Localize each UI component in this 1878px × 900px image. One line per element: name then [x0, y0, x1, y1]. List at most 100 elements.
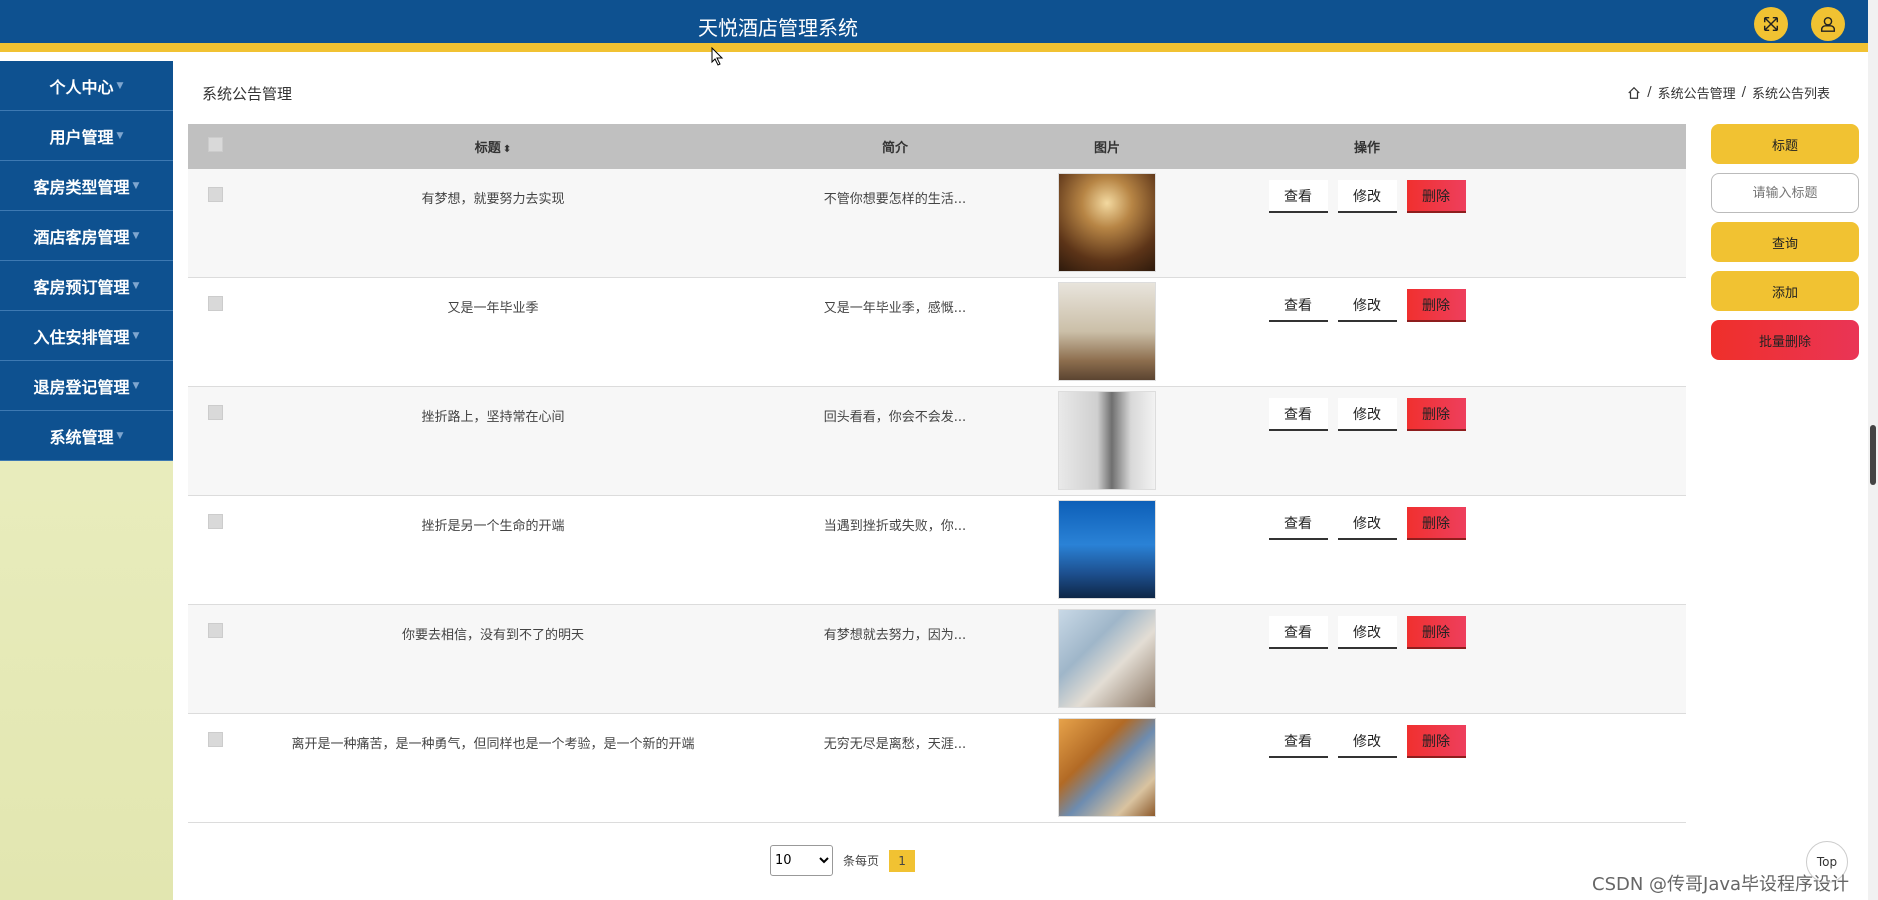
query-button[interactable]: 查询: [1711, 222, 1859, 262]
chevron-down-icon: ▼: [132, 330, 140, 341]
announcement-table: 标题 ⬍ 简介 图片 操作 有梦想，就要努力去实现 不管你想要怎样的生活... 查…: [188, 124, 1686, 823]
chevron-down-icon: ▼: [132, 180, 140, 191]
watermark: CSDN @传哥Java毕设程序设计: [1592, 874, 1850, 895]
table-row: 挫折路上，坚持常在心间 回头看看，你会不会发... 查看 修改 删除: [188, 387, 1686, 496]
top-bar: 天悦酒店管理系统: [0, 0, 1868, 52]
batch-delete-button[interactable]: 批量删除: [1711, 320, 1859, 360]
column-header-desc: 简介: [881, 141, 908, 156]
row-title: 挫折路上，坚持常在心间: [421, 410, 565, 425]
row-checkbox[interactable]: [208, 187, 223, 202]
pagination: 10 条每页 1: [770, 845, 916, 876]
view-button[interactable]: 查看: [1268, 180, 1328, 213]
chevron-down-icon: ▼: [116, 130, 124, 141]
breadcrumb: / 系统公告管理 / 系统公告列表: [1627, 83, 1830, 102]
mouse-cursor-icon: [711, 47, 724, 66]
bright-room-image: [1058, 609, 1156, 708]
ballroom-image: [1058, 173, 1156, 272]
delete-button[interactable]: 删除: [1406, 289, 1466, 322]
delete-button[interactable]: 删除: [1406, 725, 1466, 758]
row-title: 离开是一种痛苦，是一种勇气，但同样也是一个考验，是一个新的开端: [291, 737, 695, 752]
view-button[interactable]: 查看: [1268, 289, 1328, 322]
page-title: 系统公告管理: [202, 85, 293, 103]
sidebar: 个人中心 ▼ 用户管理 ▼ 客房类型管理 ▼ 酒店客房管理 ▼ 客房预订管理 ▼ 入住安排…: [0, 61, 173, 900]
chevron-down-icon: ▼: [116, 80, 124, 91]
row-title: 挫折是另一个生命的开端: [421, 519, 565, 534]
fullscreen-icon: [1763, 16, 1779, 32]
header-gold-stripe: [0, 43, 1868, 52]
main-content: 系统公告管理 / 系统公告管理 / 系统公告列表 标题 ⬍ 简介 图片 操作 有梦…: [173, 61, 1868, 900]
page-size-select[interactable]: 10: [770, 845, 833, 876]
edit-button[interactable]: 修改: [1337, 180, 1397, 213]
view-button[interactable]: 查看: [1268, 398, 1328, 431]
table-row: 又是一年毕业季 又是一年毕业季，感慨... 查看 修改 删除: [188, 278, 1686, 387]
view-button[interactable]: 查看: [1268, 616, 1328, 649]
row-checkbox[interactable]: [208, 623, 223, 638]
column-header-image: 图片: [1093, 141, 1120, 156]
sidebar-item-check-in[interactable]: 入住安排管理 ▼: [0, 311, 173, 361]
sidebar-item-label: 退房登记管理: [33, 377, 130, 397]
delete-button[interactable]: 删除: [1406, 616, 1466, 649]
chevron-down-icon: ▼: [132, 380, 140, 391]
sidebar-item-bookings[interactable]: 客房预订管理 ▼: [0, 261, 173, 311]
view-button[interactable]: 查看: [1268, 507, 1328, 540]
select-all-checkbox[interactable]: [208, 137, 223, 152]
column-header-ops: 操作: [1353, 141, 1380, 156]
sidebar-item-label: 用户管理: [49, 127, 114, 147]
row-title: 有梦想，就要努力去实现: [421, 192, 565, 207]
fullscreen-button[interactable]: [1754, 7, 1788, 41]
sidebar-item-users[interactable]: 用户管理 ▼: [0, 111, 173, 161]
page-number-button[interactable]: 1: [889, 849, 916, 872]
edit-button[interactable]: 修改: [1337, 507, 1397, 540]
sidebar-item-hotel-rooms[interactable]: 酒店客房管理 ▼: [0, 211, 173, 261]
sidebar-item-label: 系统管理: [49, 427, 114, 447]
table-row: 挫折是另一个生命的开端 当遇到挫折或失败，你... 查看 修改 删除: [188, 496, 1686, 605]
row-desc: 无穷无尽是离愁，天涯...: [823, 737, 967, 752]
row-checkbox[interactable]: [208, 514, 223, 529]
row-checkbox[interactable]: [208, 405, 223, 420]
delete-button[interactable]: 删除: [1406, 398, 1466, 431]
delete-button[interactable]: 删除: [1406, 180, 1466, 213]
sidebar-item-label: 酒店客房管理: [33, 227, 130, 247]
row-checkbox[interactable]: [208, 296, 223, 311]
hotel-tower-image: [1058, 500, 1156, 599]
sidebar-item-label: 客房类型管理: [33, 177, 130, 197]
per-page-label: 条每页: [843, 854, 880, 868]
sidebar-item-check-out[interactable]: 退房登记管理 ▼: [0, 361, 173, 411]
scrollbar-thumb[interactable]: [1870, 425, 1876, 485]
breadcrumb-item: 系统公告列表: [1751, 87, 1830, 102]
sidebar-item-personal-center[interactable]: 个人中心 ▼: [0, 61, 173, 111]
sort-icon[interactable]: ⬍: [503, 144, 511, 155]
view-button[interactable]: 查看: [1268, 725, 1328, 758]
edit-button[interactable]: 修改: [1337, 616, 1397, 649]
edit-button[interactable]: 修改: [1337, 289, 1397, 322]
row-desc: 不管你想要怎样的生活...: [823, 192, 967, 207]
user-icon: [1820, 16, 1836, 32]
edit-button[interactable]: 修改: [1337, 398, 1397, 431]
page-scrollbar[interactable]: [1868, 0, 1878, 900]
row-checkbox[interactable]: [208, 732, 223, 747]
title-filter-button[interactable]: 标题: [1711, 124, 1859, 164]
row-desc: 又是一年毕业季，感慨...: [823, 301, 967, 316]
row-desc: 有梦想就去努力，因为...: [823, 628, 967, 643]
table-header: 标题 ⬍ 简介 图片 操作: [188, 124, 1686, 169]
row-title: 又是一年毕业季: [447, 301, 539, 316]
delete-button[interactable]: 删除: [1406, 507, 1466, 540]
column-header-title[interactable]: 标题 ⬍: [243, 137, 743, 156]
sidebar-item-room-types[interactable]: 客房类型管理 ▼: [0, 161, 173, 211]
app-title: 天悦酒店管理系统: [698, 16, 858, 40]
sidebar-item-system[interactable]: 系统管理 ▼: [0, 411, 173, 461]
breadcrumb-item[interactable]: 系统公告管理: [1658, 83, 1736, 102]
sidebar-item-label: 客房预订管理: [33, 277, 130, 297]
hotel-room-image: [1058, 282, 1156, 381]
sidebar-item-label: 入住安排管理: [33, 327, 130, 347]
table-row: 离开是一种痛苦，是一种勇气，但同样也是一个考验，是一个新的开端 无穷无尽是离愁，…: [188, 714, 1686, 823]
chevron-down-icon: ▼: [116, 430, 124, 441]
search-panel: 标题 查询 添加 批量删除: [1711, 124, 1859, 369]
search-input[interactable]: [1711, 173, 1859, 213]
edit-button[interactable]: 修改: [1337, 725, 1397, 758]
table-row: 你要去相信，没有到不了的明天 有梦想就去努力，因为... 查看 修改 删除: [188, 605, 1686, 714]
add-button[interactable]: 添加: [1711, 271, 1859, 311]
user-button[interactable]: [1811, 7, 1845, 41]
row-desc: 当遇到挫折或失败，你...: [823, 519, 967, 534]
home-icon[interactable]: [1627, 86, 1641, 100]
